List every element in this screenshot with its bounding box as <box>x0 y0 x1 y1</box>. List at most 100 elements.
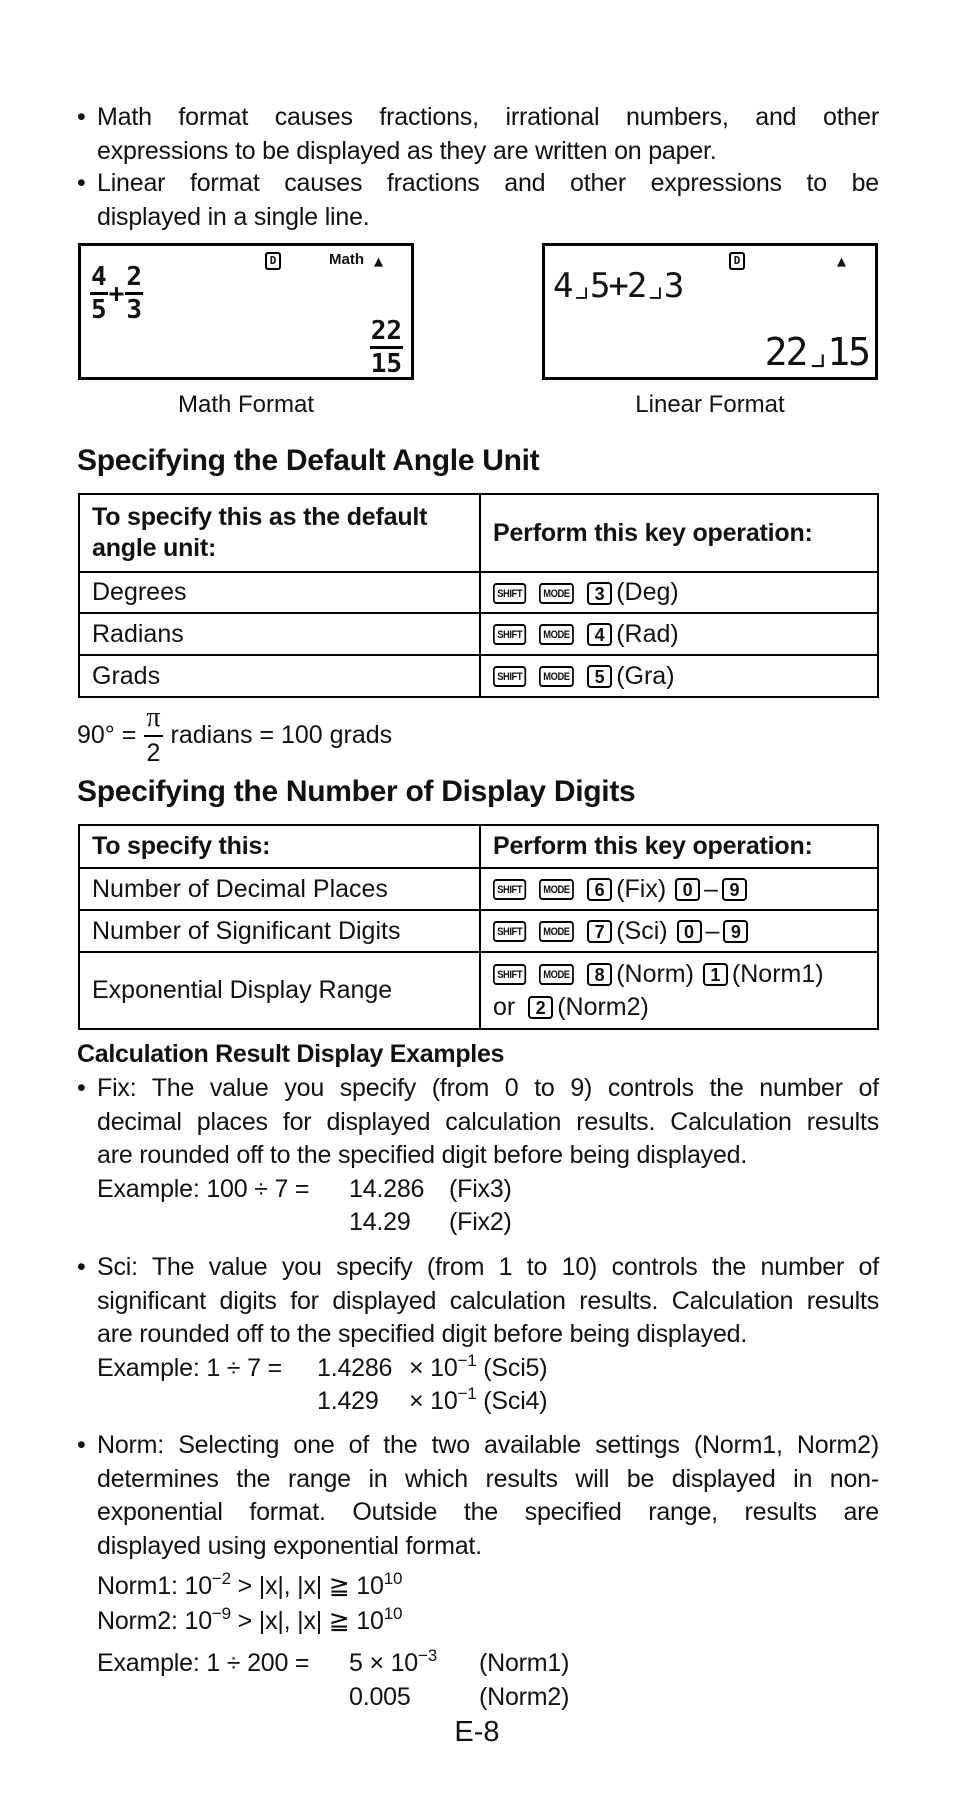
table-row: Grads SHIFT MODE 5 (Gra) <box>78 654 879 698</box>
example-mode: (Sci4) <box>483 1387 548 1416</box>
key-9-icon: 9 <box>722 878 748 902</box>
header-angle-unit: To specify this as the default angle uni… <box>78 493 481 573</box>
linear-format-caption: Linear Format <box>635 391 785 418</box>
degree-mode-indicator: D <box>265 252 281 270</box>
row-label: Grads <box>78 654 481 698</box>
up-arrow-icon: ▲ <box>374 252 384 270</box>
row-label: Number of Significant Digits <box>78 909 481 953</box>
page-number: E-8 <box>454 1716 500 1748</box>
section-title-angle-unit: Specifying the Default Angle Unit <box>77 444 540 477</box>
fix-example-2: 14.29 (Fix2) <box>77 1206 879 1240</box>
table-row: Radians SHIFT MODE 4 (Rad) <box>78 612 879 656</box>
key-8-icon: 8 <box>587 963 613 987</box>
math-mode-indicator: Math <box>329 251 364 268</box>
intro-bullet-1: • Math format causes fractions, irrationa… <box>77 101 879 168</box>
table-header-row: To specify this as the default angle uni… <box>78 493 879 573</box>
key-5-icon: 5 <box>587 665 613 689</box>
example-value: 0.005 <box>349 1683 411 1711</box>
fix-line-2: decimal places for displayed calculation… <box>97 1107 879 1136</box>
key-sequence: SHIFT MODE 5 (Gra) <box>479 654 879 698</box>
intro-bullet-1-line-1: Math format causes fractions, irrational… <box>97 103 879 131</box>
header-specify: To specify this: <box>78 824 481 869</box>
bullet-icon: • <box>77 1431 86 1459</box>
or-text: or <box>493 992 516 1021</box>
op-suffix: (Norm) <box>616 959 694 988</box>
linear-input-expression: 4⌟5+2⌟3 <box>553 266 684 306</box>
norm1-range: Norm1: 10−2 > |x|, |x| ≧ 1010 <box>97 1570 402 1604</box>
denominator: 2 <box>146 739 161 767</box>
exponent: −1 <box>457 1350 477 1370</box>
fix-example-1: Example: 100 ÷ 7 = 14.286 (Fix3) <box>77 1173 879 1207</box>
exponent: −3 <box>418 1646 437 1665</box>
math-format-caption: Math Format <box>177 391 315 418</box>
shift-key-icon: SHIFT <box>493 624 527 646</box>
angle-conversion-formula: 90° = π2 radians = 100 grads <box>77 704 392 766</box>
mode-key-icon: MODE <box>539 624 575 646</box>
example-label: Example: 100 ÷ 7 = <box>97 1174 310 1203</box>
table-row: Number of Significant Digits SHIFT MODE … <box>78 909 879 953</box>
intro-bullet-2-line-2: displayed in a single line. <box>97 202 370 231</box>
display-digits-table: To specify this: Perform this key operat… <box>78 824 879 1030</box>
sci-line-3: are rounded off to the specified digit b… <box>97 1320 748 1349</box>
header-key-operation: Perform this key operation: <box>479 824 879 869</box>
op-suffix-3: (Norm2) <box>557 992 649 1021</box>
mode-key-icon: MODE <box>539 582 575 604</box>
denominator: 5 <box>91 295 107 325</box>
mode-key-icon: MODE <box>539 666 575 688</box>
sci-line-1: Sci: The value you specify (from 1 to 10… <box>97 1253 879 1281</box>
range-label: Norm2: 10 <box>97 1607 212 1635</box>
math-format-screen: D Math ▲ 45 + 23 22 15 <box>78 243 414 380</box>
range-label: Norm1: 10 <box>97 1572 212 1600</box>
table-header-row: To specify this: Perform this key operat… <box>78 824 879 869</box>
op-suffix: (Sci) <box>616 916 668 945</box>
range-condition: > |x|, |x| ≧ 10 <box>230 1572 384 1600</box>
linear-result: 22⌟15 <box>764 330 871 374</box>
shift-key-icon: SHIFT <box>493 582 527 604</box>
shift-key-icon: SHIFT <box>493 879 527 901</box>
bullet-icon: • <box>77 1074 86 1102</box>
norm-line-2: determines the range in which results wi… <box>97 1464 879 1493</box>
math-input-expression: 45 + 23 <box>90 264 143 323</box>
example-mantissa: 1.429 <box>317 1387 379 1416</box>
pi-symbol: π <box>144 704 163 737</box>
fraction-result: 22 15 <box>369 318 403 379</box>
fraction-two-thirds: 23 <box>125 264 143 323</box>
range-condition: > |x|, |x| ≧ 10 <box>230 1607 384 1635</box>
numerator: 2 <box>125 264 143 295</box>
sci-bullet: • Sci: The value you specify (from 1 to 1… <box>77 1251 879 1419</box>
degree-mode-indicator: D <box>729 252 745 270</box>
op-suffix-2: (Norm1) <box>731 959 824 988</box>
key-sequence: SHIFT MODE 8 (Norm) 1 (Norm1) or 2 (Norm2) <box>479 951 879 1030</box>
formula-right: radians = 100 grads <box>170 720 393 749</box>
times-ten: × 10 <box>409 1387 458 1416</box>
low-exponent: −9 <box>211 1604 231 1623</box>
times-ten: × 10 <box>409 1353 458 1382</box>
example-mode: (Sci5) <box>483 1353 548 1382</box>
fix-line-1: Fix: The value you specify (from 0 to 9)… <box>97 1074 879 1102</box>
examples-title: Calculation Result Display Examples <box>77 1040 505 1068</box>
bullet-icon: • <box>77 1253 86 1281</box>
header-key-operation: Perform this key operation: <box>479 493 879 573</box>
example-label: Example: 1 ÷ 200 = <box>97 1649 310 1677</box>
intro-bullet-1-line-2: expressions to be displayed as they are … <box>97 136 717 165</box>
up-arrow-icon: ▲ <box>837 252 847 270</box>
key-2-icon: 2 <box>528 996 554 1020</box>
section-title-display-digits: Specifying the Number of Display Digits <box>77 775 636 808</box>
linear-format-screen: D ▲ 4⌟5+2⌟3 22⌟15 <box>542 243 878 380</box>
shift-key-icon: SHIFT <box>493 964 527 986</box>
example-mode: (Fix2) <box>449 1208 512 1237</box>
high-exponent: 10 <box>383 1569 403 1588</box>
high-exponent: 10 <box>383 1604 403 1623</box>
denominator: 3 <box>126 295 142 325</box>
row-label: Radians <box>78 612 481 656</box>
table-row: Number of Decimal Places SHIFT MODE 6 (Fi… <box>78 867 879 911</box>
sci-example-2: 1.429 × 10−1 (Sci4) <box>77 1385 879 1419</box>
example-value: 14.29 <box>349 1208 411 1237</box>
key-sequence: SHIFT MODE 7 (Sci) 0–9 <box>479 909 879 953</box>
sci-line-2: significant digits for displayed calcula… <box>97 1286 879 1315</box>
example-mode: (Norm2) <box>479 1683 570 1711</box>
key-0-icon: 0 <box>675 878 701 902</box>
shift-key-icon: SHIFT <box>493 921 527 943</box>
math-result: 22 15 <box>369 318 403 379</box>
denominator: 15 <box>370 349 402 379</box>
